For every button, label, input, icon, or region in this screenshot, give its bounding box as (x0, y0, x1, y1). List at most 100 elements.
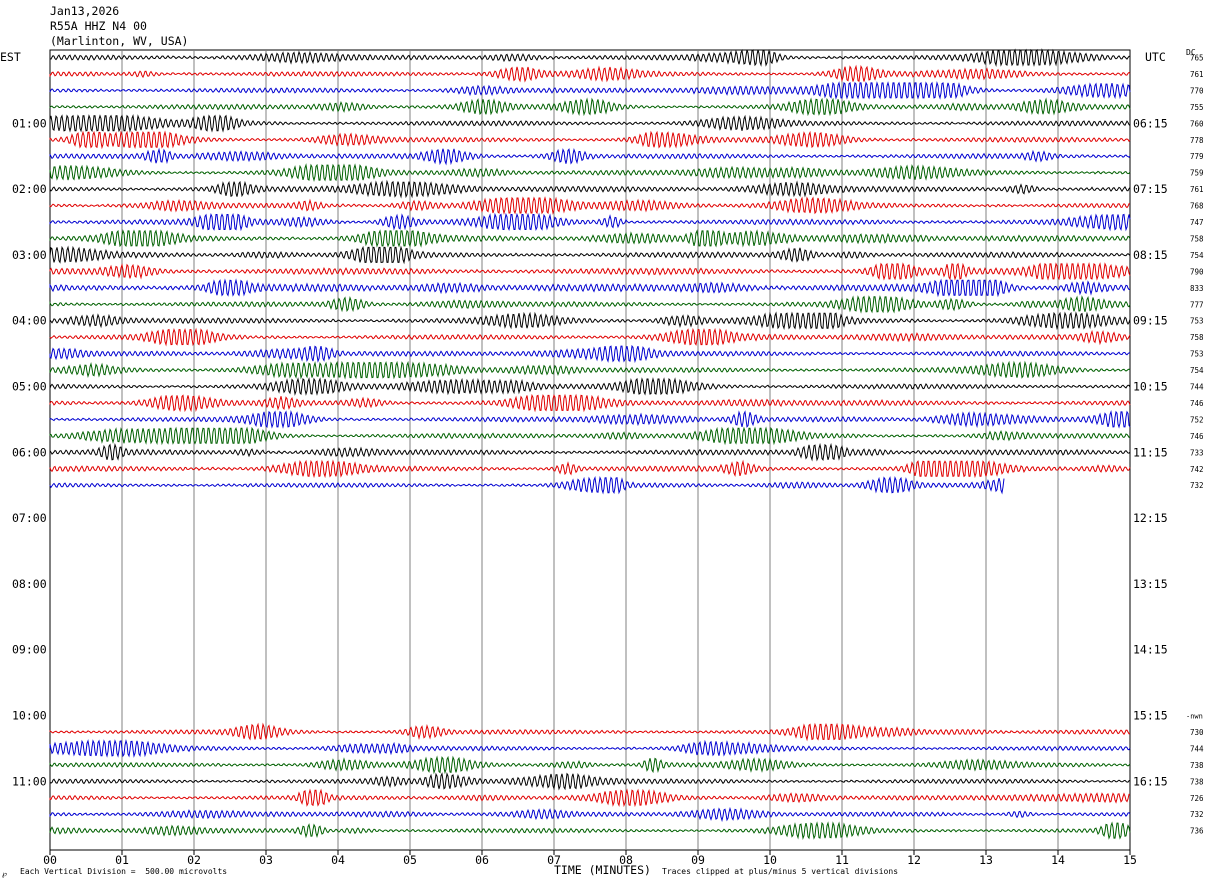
trace-line (49, 393, 1131, 413)
left-hour-label: 09:00 (12, 643, 47, 657)
left-hour-label: 11:00 (12, 774, 47, 788)
right-hour-label: 08:15 (1133, 248, 1168, 262)
dc-offset-label: 760 (1190, 119, 1204, 128)
trace-line (49, 196, 1130, 215)
trace-line (49, 788, 1131, 808)
x-tick-label: 10 (763, 853, 777, 867)
right-hour-label: 15:15 (1133, 709, 1168, 723)
dc-offset-label: 730 (1190, 728, 1204, 737)
dc-offset-label: 765 (1190, 54, 1204, 63)
trace-line (49, 722, 1131, 742)
dc-offset-label: 746 (1190, 432, 1204, 441)
trace-line (49, 163, 1131, 182)
left-hour-label: 05:00 (12, 380, 47, 394)
clip-note: Traces clipped at plus/minus 5 vertical … (662, 867, 899, 876)
left-hour-label: 02:00 (12, 182, 47, 196)
dc-offset-label: 752 (1190, 415, 1204, 424)
right-hour-label: 13:15 (1133, 577, 1168, 591)
x-tick-label: 02 (187, 853, 201, 867)
dc-offset-label: 726 (1190, 794, 1204, 803)
dc-offset-label: 790 (1190, 267, 1204, 276)
trace-line (49, 426, 1131, 446)
trace-line (49, 212, 1131, 232)
right-hour-label: 07:15 (1133, 182, 1168, 196)
dc-offset-label: 732 (1190, 810, 1204, 819)
right-hour-label: 06:15 (1133, 116, 1168, 130)
dc-offset-label: 753 (1190, 350, 1204, 359)
trace-line (49, 97, 1131, 117)
dc-offset-label: 758 (1190, 234, 1204, 243)
dc-offset-label: 779 (1190, 152, 1204, 161)
dc-offset-label: 742 (1190, 465, 1204, 474)
trace-line (49, 179, 1131, 199)
trace-line (49, 409, 1131, 429)
trace-line (49, 327, 1131, 347)
dc-offset-label: 755 (1190, 103, 1204, 112)
dc-offset-label: 778 (1190, 136, 1204, 145)
trace-line (49, 344, 1131, 364)
x-axis-title: TIME (MINUTES) (554, 863, 651, 877)
trace-line (49, 821, 1131, 840)
x-tick-label: 04 (331, 853, 345, 867)
left-hour-label: 04:00 (12, 314, 47, 328)
dc-offset-label: 746 (1190, 399, 1204, 408)
trace-line (49, 771, 1131, 791)
dc-offset-label: 738 (1190, 777, 1204, 786)
dc-offset-label: 732 (1190, 481, 1204, 490)
dc-offset-label: 833 (1190, 284, 1204, 293)
dc-offset-label: 736 (1190, 827, 1204, 836)
dc-offset-label: 777 (1190, 300, 1204, 309)
x-tick-label: 00 (43, 853, 57, 867)
trace-line (49, 442, 1131, 462)
trace-line (49, 147, 1131, 166)
left-hour-label: 07:00 (12, 511, 47, 525)
trace-line (49, 806, 1131, 823)
x-tick-label: 03 (259, 853, 273, 867)
trace-line (49, 459, 1131, 479)
trace-line (49, 475, 1005, 495)
left-hour-label: 10:00 (12, 709, 47, 723)
x-tick-label: 01 (115, 853, 129, 867)
x-tick-label: 11 (835, 853, 849, 867)
x-tick-label: 06 (475, 853, 489, 867)
trace-line (49, 755, 1131, 775)
trace-line (49, 311, 1131, 331)
vertical-scale-note: Each Vertical Division = 500.00 microvol… (20, 867, 228, 876)
x-tick-label: 05 (403, 853, 417, 867)
dc-offset-label: 754 (1190, 251, 1204, 260)
dc-offset-label: 770 (1190, 86, 1204, 95)
right-hour-label: 16:15 (1133, 774, 1168, 788)
trace-line (49, 81, 1131, 100)
x-tick-label: 15 (1123, 853, 1137, 867)
footer-icon: ℘ (2, 870, 7, 878)
dc-offset-label: 761 (1190, 185, 1204, 194)
dc-offset-label: 738 (1190, 761, 1204, 770)
dc-offset-label: 744 (1190, 383, 1204, 392)
x-tick-label: 14 (1051, 853, 1065, 867)
left-hour-label: 01:00 (12, 116, 47, 130)
dc-offset-label: 744 (1190, 744, 1204, 753)
left-hour-label: 08:00 (12, 577, 47, 591)
x-tick-label: 13 (979, 853, 993, 867)
left-hour-label: 06:00 (12, 445, 47, 459)
trace-line (49, 738, 1131, 758)
trace-line (49, 64, 1131, 83)
trace-line (49, 377, 1131, 396)
right-hour-label: 10:15 (1133, 380, 1168, 394)
dc-offset-label: 747 (1190, 218, 1204, 227)
trace-line (49, 262, 1131, 281)
trace-line (49, 48, 1131, 67)
trace-line (49, 130, 1131, 150)
right-hour-label: 14:15 (1133, 643, 1168, 657)
dc-offset-label: 754 (1190, 366, 1204, 375)
dc-offset-label: 753 (1190, 317, 1204, 326)
x-tick-label: 09 (691, 853, 705, 867)
trace-line (49, 114, 1131, 133)
gap-marker-label: -nwn (1186, 713, 1203, 721)
trace-line (49, 245, 1131, 265)
right-hour-label: 11:15 (1133, 445, 1168, 459)
trace-line (49, 295, 1131, 314)
dc-offset-label: 759 (1190, 169, 1204, 178)
trace-line (49, 278, 1130, 298)
trace-line (49, 229, 1131, 248)
